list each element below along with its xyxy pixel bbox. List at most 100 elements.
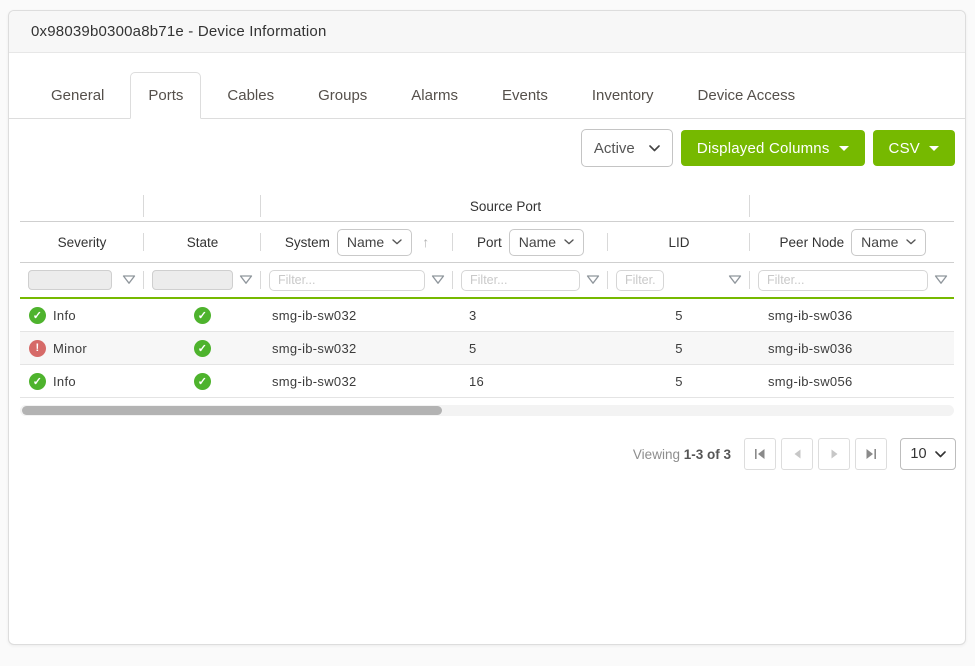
horizontal-scrollbar[interactable]: [20, 405, 954, 416]
column-header-peer-node[interactable]: Peer Node Name: [750, 222, 956, 262]
dialog-titlebar: 0x98039b0300a8b71e - Device Information: [9, 11, 965, 53]
chevron-down-icon: [935, 451, 946, 458]
port-value: 5: [453, 332, 608, 364]
caret-down-icon: [839, 146, 849, 151]
funnel-filter-icon[interactable]: [934, 275, 948, 286]
severity-value: Info: [53, 308, 76, 323]
funnel-filter-icon[interactable]: [586, 275, 600, 286]
scrollbar-thumb[interactable]: [22, 406, 442, 415]
viewing-range-label: Viewing 1-3 of 3: [633, 447, 731, 462]
column-header-state[interactable]: State: [144, 222, 261, 262]
previous-page-button[interactable]: [781, 438, 813, 470]
port-state-filter-value: Active: [594, 140, 635, 157]
tab-alarms[interactable]: Alarms: [393, 72, 476, 118]
check-circle-icon: [29, 307, 46, 324]
page-size-value: 10: [910, 446, 926, 462]
peer-node-value: smg-ib-sw036: [750, 299, 956, 331]
group-cell-state: [144, 191, 261, 221]
next-page-button[interactable]: [818, 438, 850, 470]
previous-arrow-icon: [793, 449, 802, 459]
csv-label: CSV: [889, 140, 920, 157]
filter-cell-peer-node: [750, 263, 956, 297]
filter-cell-system: [261, 263, 453, 297]
tab-groups[interactable]: Groups: [300, 72, 385, 118]
column-header-port[interactable]: Port Name: [453, 222, 608, 262]
check-circle-icon: [194, 340, 211, 357]
tab-device-access[interactable]: Device Access: [680, 72, 814, 118]
filter-cell-severity: [20, 263, 144, 297]
exclamation-circle-icon: [29, 340, 46, 357]
system-name-select[interactable]: Name: [337, 229, 412, 256]
system-value: smg-ib-sw032: [261, 332, 453, 364]
lid-value: 5: [608, 365, 750, 397]
last-page-button[interactable]: [855, 438, 887, 470]
table-filter-row: [20, 263, 954, 297]
port-value: 16: [453, 365, 608, 397]
table-row[interactable]: Minor smg-ib-sw032 5 5 smg-ib-sw036: [20, 332, 954, 365]
peer-node-value: smg-ib-sw056: [750, 365, 956, 397]
table-toolbar: Active Displayed Columns CSV: [9, 119, 965, 177]
check-circle-icon: [29, 373, 46, 390]
chevron-down-icon: [392, 239, 402, 245]
table-row[interactable]: Info smg-ib-sw032 3 5 smg-ib-sw036: [20, 299, 954, 332]
funnel-filter-icon[interactable]: [728, 275, 742, 286]
table-row[interactable]: Info smg-ib-sw032 16 5 smg-ib-sw056: [20, 365, 954, 398]
filter-cell-port: [453, 263, 608, 297]
check-circle-icon: [194, 307, 211, 324]
system-value: smg-ib-sw032: [261, 365, 453, 397]
column-header-lid[interactable]: LID: [608, 222, 750, 262]
tab-ports[interactable]: Ports: [130, 72, 201, 119]
next-arrow-icon: [830, 449, 839, 459]
tab-cables[interactable]: Cables: [209, 72, 292, 118]
chevron-down-icon: [906, 239, 916, 245]
filter-cell-lid: [608, 263, 750, 297]
dialog-title: 0x98039b0300a8b71e - Device Information: [31, 23, 327, 40]
port-filter-input[interactable]: [461, 270, 580, 291]
displayed-columns-button[interactable]: Displayed Columns: [681, 130, 865, 166]
port-value: 3: [453, 299, 608, 331]
tab-general[interactable]: General: [33, 72, 122, 118]
filter-cell-state: [144, 263, 261, 297]
table-header-row: Severity State System Name ↑ Port Name: [20, 221, 954, 263]
tab-bar: General Ports Cables Groups Alarms Event…: [9, 69, 965, 119]
caret-down-icon: [929, 146, 939, 151]
funnel-filter-icon[interactable]: [122, 275, 136, 286]
first-page-button[interactable]: [744, 438, 776, 470]
group-cell-peer: [750, 191, 956, 221]
state-filter-select[interactable]: [152, 270, 233, 290]
port-name-select[interactable]: Name: [509, 229, 584, 256]
column-header-system[interactable]: System Name ↑: [261, 222, 453, 262]
system-value: smg-ib-sw032: [261, 299, 453, 331]
sort-ascending-icon[interactable]: ↑: [422, 234, 429, 250]
device-information-dialog: 0x98039b0300a8b71e - Device Information …: [8, 10, 966, 645]
severity-value: Minor: [53, 341, 87, 356]
tab-events[interactable]: Events: [484, 72, 566, 118]
skip-to-last-icon: [865, 448, 877, 460]
severity-value: Info: [53, 374, 76, 389]
funnel-filter-icon[interactable]: [239, 275, 253, 286]
tab-inventory[interactable]: Inventory: [574, 72, 672, 118]
system-filter-input[interactable]: [269, 270, 425, 291]
port-state-filter-select[interactable]: Active: [581, 129, 673, 167]
group-header-source-port: Source Port: [261, 191, 750, 221]
severity-filter-select[interactable]: [28, 270, 112, 290]
lid-value: 5: [608, 299, 750, 331]
chevron-down-icon: [564, 239, 574, 245]
check-circle-icon: [194, 373, 211, 390]
displayed-columns-label: Displayed Columns: [697, 140, 830, 157]
peer-node-value: smg-ib-sw036: [750, 332, 956, 364]
chevron-down-icon: [649, 145, 660, 152]
group-cell-severity: [20, 191, 144, 221]
peer-node-name-select[interactable]: Name: [851, 229, 926, 256]
funnel-filter-icon[interactable]: [431, 275, 445, 286]
viewing-range-value: 1-3 of 3: [684, 447, 731, 462]
page-size-select[interactable]: 10: [900, 438, 956, 470]
ports-table: Source Port Severity State System Name ↑…: [20, 191, 954, 398]
lid-filter-input[interactable]: [616, 270, 664, 291]
column-header-severity[interactable]: Severity: [20, 222, 144, 262]
lid-value: 5: [608, 332, 750, 364]
pagination-bar: Viewing 1-3 of 3 10: [9, 438, 965, 470]
peer-node-filter-input[interactable]: [758, 270, 928, 291]
table-group-header-row: Source Port: [20, 191, 954, 221]
csv-export-button[interactable]: CSV: [873, 130, 955, 166]
